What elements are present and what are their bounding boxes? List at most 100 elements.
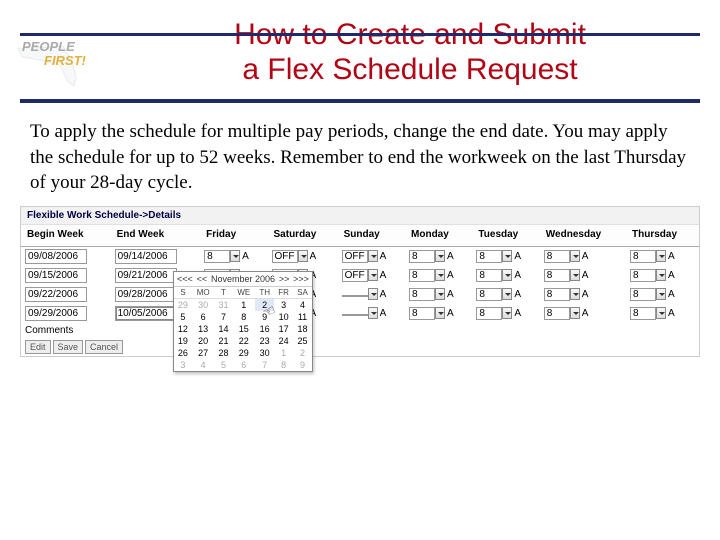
hours-select[interactable]: 8 xyxy=(630,307,656,320)
dropdown-icon[interactable] xyxy=(435,307,445,319)
calendar-day[interactable]: 28 xyxy=(215,347,233,359)
calendar-day[interactable]: 13 xyxy=(192,323,215,335)
hours-select[interactable]: OFF xyxy=(342,269,368,282)
calendar-day[interactable]: 6 xyxy=(192,311,215,323)
calendar-day[interactable]: 6 xyxy=(232,359,255,371)
calendar-day[interactable]: 11 xyxy=(293,311,312,323)
end-week-field[interactable]: 09/28/2006 xyxy=(115,287,177,302)
hours-select[interactable]: 8 xyxy=(630,250,656,263)
calendar-day[interactable]: 8 xyxy=(274,359,293,371)
end-week-field[interactable]: 09/14/2006 xyxy=(115,249,177,264)
dropdown-icon[interactable] xyxy=(656,269,666,281)
hours-select[interactable]: 8 xyxy=(544,288,570,301)
save-button[interactable]: Save xyxy=(53,340,84,354)
calendar-day[interactable]: 18 xyxy=(293,323,312,335)
hours-select[interactable]: 8 xyxy=(409,250,435,263)
hours-select[interactable]: 8 xyxy=(544,307,570,320)
hours-select[interactable]: 8 xyxy=(476,288,502,301)
calendar-next-month[interactable]: >> xyxy=(279,274,290,284)
calendar-day[interactable]: 29 xyxy=(232,347,255,359)
calendar-day[interactable]: 21 xyxy=(215,335,233,347)
calendar-day[interactable]: 17 xyxy=(274,323,293,335)
hours-select[interactable]: 8 xyxy=(476,269,502,282)
hours-select[interactable] xyxy=(342,295,368,297)
calendar-day[interactable]: 31 xyxy=(215,298,233,311)
hours-select[interactable]: 8 xyxy=(544,250,570,263)
hours-select[interactable]: OFF xyxy=(342,250,368,263)
calendar-day[interactable]: 29 xyxy=(174,298,192,311)
hours-select[interactable]: 8 xyxy=(630,269,656,282)
calendar-day[interactable]: 7 xyxy=(215,311,233,323)
dropdown-icon[interactable] xyxy=(570,307,580,319)
end-week-field[interactable]: 09/21/2006 xyxy=(115,268,177,283)
calendar-day[interactable]: 5 xyxy=(215,359,233,371)
dropdown-icon[interactable] xyxy=(298,250,308,262)
calendar-day[interactable]: 8 xyxy=(232,311,255,323)
hours-select[interactable]: 8 xyxy=(476,250,502,263)
calendar-next-year[interactable]: >>> xyxy=(293,274,309,284)
dropdown-icon[interactable] xyxy=(502,307,512,319)
dropdown-icon[interactable] xyxy=(368,269,378,281)
cancel-button[interactable]: Cancel xyxy=(85,340,123,354)
dropdown-icon[interactable] xyxy=(502,288,512,300)
dropdown-icon[interactable] xyxy=(435,288,445,300)
calendar-prev-month[interactable]: << xyxy=(197,274,208,284)
dropdown-icon[interactable] xyxy=(368,250,378,262)
calendar-day[interactable]: 7 xyxy=(255,359,274,371)
hours-select[interactable]: 8 xyxy=(204,250,230,263)
calendar-day[interactable]: 25 xyxy=(293,335,312,347)
calendar-day[interactable]: 4 xyxy=(192,359,215,371)
hours-select[interactable]: 8 xyxy=(409,288,435,301)
begin-week-field[interactable]: 09/29/2006 xyxy=(25,306,87,321)
hours-select[interactable]: 8 xyxy=(409,269,435,282)
hours-select[interactable]: 8 xyxy=(630,288,656,301)
begin-week-field[interactable]: 09/08/2006 xyxy=(25,249,87,264)
hours-select[interactable]: 8 xyxy=(544,269,570,282)
hours-select[interactable]: OFF xyxy=(272,250,298,263)
dropdown-icon[interactable] xyxy=(570,288,580,300)
dropdown-icon[interactable] xyxy=(656,288,666,300)
calendar-day[interactable]: 3 xyxy=(174,359,192,371)
calendar-grid[interactable]: SMOTWETHFRSA 293031123456789101112131415… xyxy=(174,287,312,371)
calendar-day[interactable]: 30 xyxy=(192,298,215,311)
dropdown-icon[interactable] xyxy=(368,307,378,319)
calendar-day[interactable]: 12 xyxy=(174,323,192,335)
calendar-day[interactable]: 9 xyxy=(293,359,312,371)
calendar-day[interactable]: 15 xyxy=(232,323,255,335)
calendar-day[interactable]: 27 xyxy=(192,347,215,359)
end-week-field[interactable]: 10/05/2006 xyxy=(115,306,177,321)
calendar-day[interactable]: 30 xyxy=(255,347,274,359)
hours-select[interactable] xyxy=(342,314,368,316)
dropdown-icon[interactable] xyxy=(368,288,378,300)
begin-week-field[interactable]: 09/15/2006 xyxy=(25,268,87,283)
calendar-day[interactable]: 5 xyxy=(174,311,192,323)
calendar-day[interactable]: 16 xyxy=(255,323,274,335)
calendar-day[interactable]: 4 xyxy=(293,298,312,311)
calendar-day[interactable]: 2 xyxy=(293,347,312,359)
calendar-day[interactable]: 1 xyxy=(274,347,293,359)
calendar-day[interactable]: 20 xyxy=(192,335,215,347)
hours-select[interactable]: 8 xyxy=(409,307,435,320)
dropdown-icon[interactable] xyxy=(435,269,445,281)
dropdown-icon[interactable] xyxy=(230,250,240,262)
calendar-day[interactable]: 1 xyxy=(232,298,255,311)
begin-week-field[interactable]: 09/22/2006 xyxy=(25,287,87,302)
calendar-day[interactable]: 24 xyxy=(274,335,293,347)
hours-select[interactable]: 8 xyxy=(476,307,502,320)
calendar-day[interactable]: 14 xyxy=(215,323,233,335)
calendar-day[interactable]: 22 xyxy=(232,335,255,347)
calendar-day[interactable]: 26 xyxy=(174,347,192,359)
dropdown-icon[interactable] xyxy=(656,250,666,262)
dropdown-icon[interactable] xyxy=(502,250,512,262)
dropdown-icon[interactable] xyxy=(502,269,512,281)
date-picker-popup[interactable]: <<< << November 2006 >> >>> SMOTWETHFRSA… xyxy=(173,271,313,372)
dropdown-icon[interactable] xyxy=(570,269,580,281)
edit-button[interactable]: Edit xyxy=(25,340,51,354)
dropdown-icon[interactable] xyxy=(435,250,445,262)
calendar-day[interactable]: 23 xyxy=(255,335,274,347)
calendar-prev-year[interactable]: <<< xyxy=(177,274,193,284)
dropdown-icon[interactable] xyxy=(570,250,580,262)
calendar-day[interactable]: 19 xyxy=(174,335,192,347)
calendar-day[interactable]: 3 xyxy=(274,298,293,311)
dropdown-icon[interactable] xyxy=(656,307,666,319)
